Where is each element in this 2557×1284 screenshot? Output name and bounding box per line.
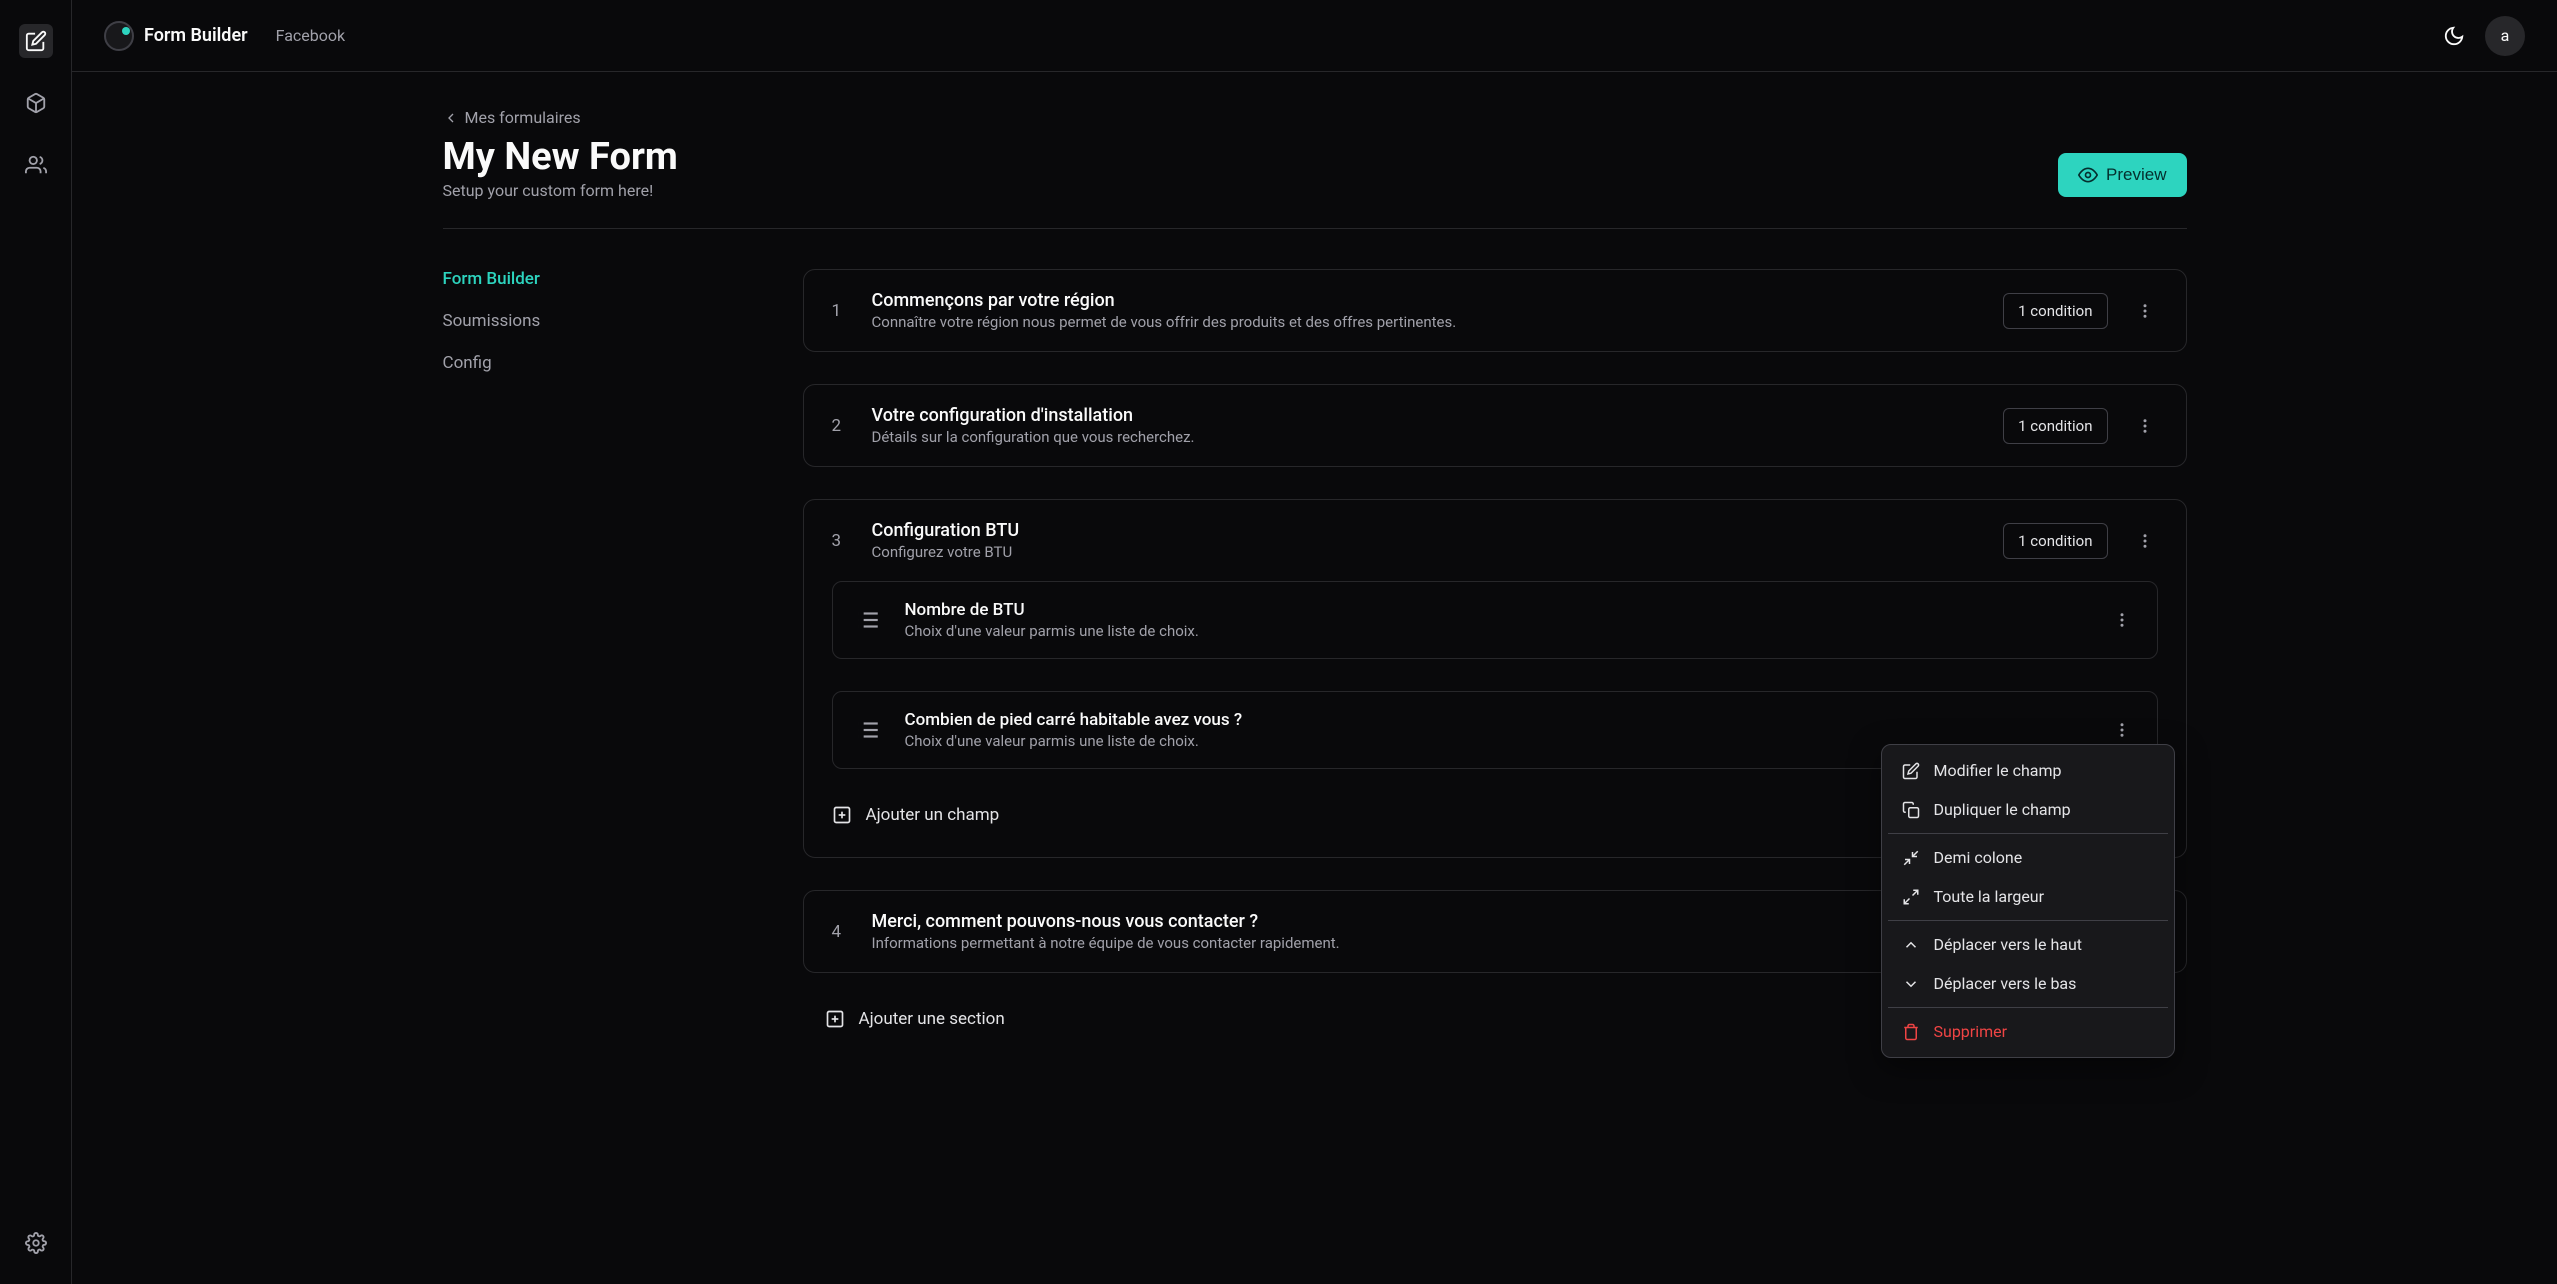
section-number: 3 (832, 531, 848, 551)
section-title: Votre configuration d'installation (872, 405, 1980, 426)
menu-label: Dupliquer le champ (1934, 800, 2071, 819)
menu-label: Supprimer (1934, 1022, 2008, 1041)
field-desc: Choix d'une valeur parmis une liste de c… (905, 622, 2085, 640)
section-number: 2 (832, 416, 848, 436)
more-options-icon[interactable] (2132, 298, 2158, 324)
section-card-expanded: 3 Configuration BTU Configurez votre BTU… (803, 499, 2187, 858)
section-header[interactable]: 2 Votre configuration d'installation Dét… (804, 385, 2186, 466)
section-card: 1 Commençons par votre région Connaître … (803, 269, 2187, 352)
trash-icon (1902, 1023, 1920, 1041)
nav-products-icon[interactable] (19, 86, 53, 120)
condition-badge[interactable]: 1 condition (2003, 523, 2107, 559)
menu-divider (1888, 920, 2168, 921)
page-subtitle: Setup your custom form here! (443, 181, 678, 200)
page-title: My New Form (443, 135, 678, 179)
menu-edit-field[interactable]: Modifier le champ (1888, 751, 2168, 790)
menu-move-down[interactable]: Déplacer vers le bas (1888, 964, 2168, 1003)
list-icon (855, 607, 881, 633)
section-desc: Connaître votre région nous permet de vo… (872, 313, 1980, 331)
nav-settings-icon[interactable] (19, 1226, 53, 1260)
menu-divider (1888, 1007, 2168, 1008)
condition-badge[interactable]: 1 condition (2003, 408, 2107, 444)
section-title: Commençons par votre région (872, 290, 1980, 311)
chevron-left-icon (443, 110, 459, 126)
eye-icon (2078, 165, 2098, 185)
menu-move-up[interactable]: Déplacer vers le haut (1888, 925, 2168, 964)
menu-delete[interactable]: Supprimer (1888, 1012, 2168, 1051)
more-options-icon[interactable] (2132, 413, 2158, 439)
context-menu: Modifier le champ Dupliquer le champ (1881, 744, 2175, 1058)
section-header[interactable]: 3 Configuration BTU Configurez votre BTU… (804, 500, 2186, 581)
section-title: Configuration BTU (872, 520, 1980, 541)
back-link[interactable]: Mes formulaires (443, 108, 2187, 127)
more-options-icon[interactable] (2109, 607, 2135, 633)
list-icon (855, 717, 881, 743)
breadcrumb-item[interactable]: Facebook (276, 26, 345, 45)
logo-icon (104, 21, 134, 51)
field-title: Nombre de BTU (905, 600, 2085, 620)
section-header[interactable]: 1 Commençons par votre région Connaître … (804, 270, 2186, 351)
field-title: Combien de pied carré habitable avez vou… (905, 710, 2085, 730)
chevron-down-icon (1902, 975, 1920, 993)
back-label: Mes formulaires (465, 108, 581, 127)
nav-submissions[interactable]: Soumissions (443, 311, 723, 331)
section-number: 4 (832, 922, 848, 942)
menu-full-width[interactable]: Toute la largeur (1888, 877, 2168, 916)
app-title: Form Builder (144, 25, 248, 46)
more-options-icon[interactable] (2132, 528, 2158, 554)
edit-icon (1902, 762, 1920, 780)
menu-label: Déplacer vers le bas (1934, 974, 2077, 993)
add-section-label: Ajouter une section (859, 1009, 1005, 1029)
menu-divider (1888, 833, 2168, 834)
nav-config[interactable]: Config (443, 353, 723, 373)
avatar-letter: a (2501, 26, 2510, 45)
field-card[interactable]: Nombre de BTU Choix d'une valeur parmis … (832, 581, 2158, 659)
avatar[interactable]: a (2485, 16, 2525, 56)
nav-users-icon[interactable] (19, 148, 53, 182)
expand-icon (1902, 888, 1920, 906)
menu-label: Modifier le champ (1934, 761, 2062, 780)
section-desc: Détails sur la configuration que vous re… (872, 428, 1980, 446)
nav-form-builder-icon[interactable] (19, 24, 53, 58)
section-desc: Configurez votre BTU (872, 543, 1980, 561)
field-card[interactable]: Combien de pied carré habitable avez vou… (832, 691, 2158, 769)
left-nav: Form Builder Soumissions Config (443, 269, 723, 1033)
nav-builder[interactable]: Form Builder (443, 269, 723, 289)
plus-square-icon (832, 805, 852, 825)
preview-label: Preview (2106, 165, 2166, 185)
menu-label: Toute la largeur (1934, 887, 2045, 906)
menu-label: Déplacer vers le haut (1934, 935, 2083, 954)
section-number: 1 (832, 301, 848, 321)
sidebar-rail (0, 0, 72, 1284)
topbar: Form Builder Facebook a (72, 0, 2557, 72)
copy-icon (1902, 801, 1920, 819)
condition-badge[interactable]: 1 condition (2003, 293, 2107, 329)
more-options-icon[interactable] (2109, 717, 2135, 743)
collapse-icon (1902, 849, 1920, 867)
menu-duplicate-field[interactable]: Dupliquer le champ (1888, 790, 2168, 829)
menu-half-column[interactable]: Demi colone (1888, 838, 2168, 877)
add-field-label: Ajouter un champ (866, 805, 1000, 825)
theme-toggle-icon[interactable] (2443, 25, 2465, 47)
plus-square-icon (825, 1009, 845, 1029)
section-card: 2 Votre configuration d'installation Dét… (803, 384, 2187, 467)
menu-label: Demi colone (1934, 848, 2023, 867)
chevron-up-icon (1902, 936, 1920, 954)
preview-button[interactable]: Preview (2058, 153, 2186, 197)
